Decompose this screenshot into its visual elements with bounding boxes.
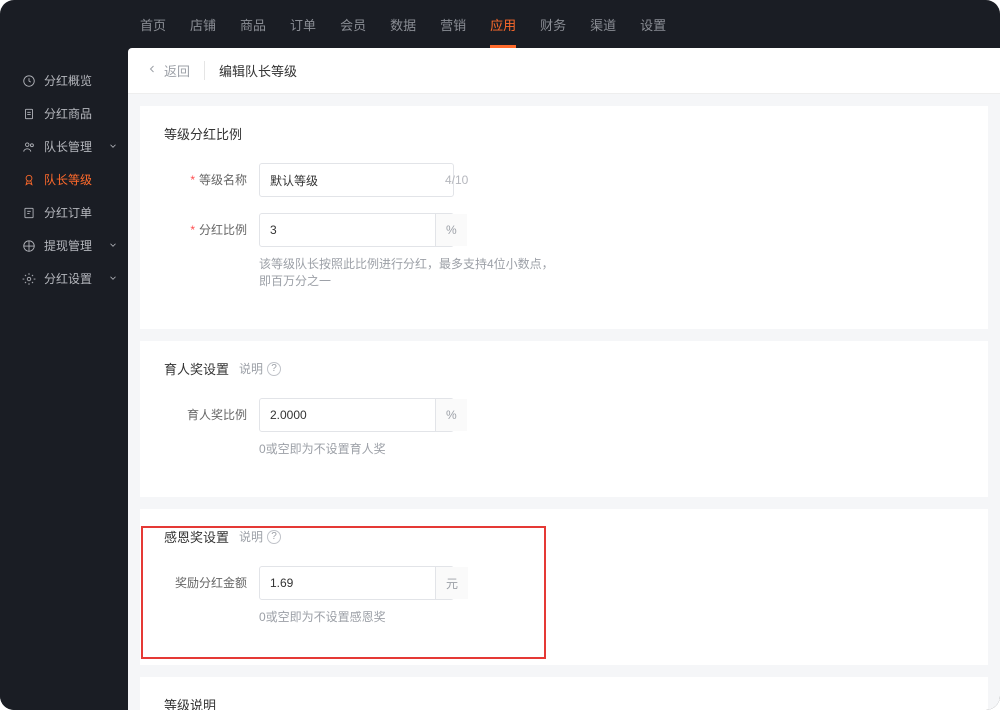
wallet-icon (22, 239, 36, 253)
doc-icon (22, 107, 36, 121)
topnav-item[interactable]: 订单 (290, 3, 316, 46)
back-button[interactable]: 返回 (146, 61, 205, 80)
section-ganen: 感恩奖设置 说明 ? 奖励分红金额 元 0或空即为不设置感恩奖 (140, 509, 988, 665)
ratio-label: 分红比例 (199, 223, 247, 237)
topnav-item[interactable]: 数据 (390, 3, 416, 46)
yuren-ratio-input[interactable] (260, 408, 435, 422)
level-name-label: 等级名称 (199, 173, 247, 187)
topnav-item[interactable]: 财务 (540, 3, 566, 46)
sidebar-item[interactable]: 队长等级 (0, 163, 128, 196)
sidebar-label: 提现管理 (44, 237, 92, 254)
chevron-down-icon (108, 140, 118, 154)
sidebar-item[interactable]: 分红商品 (0, 97, 128, 130)
section-description: 等级说明 等级说明 开启 关闭 (140, 677, 988, 710)
chevron-down-icon (108, 272, 118, 286)
yuan-suffix: 元 (435, 567, 468, 599)
percent-suffix: % (435, 214, 467, 246)
section-title: 等级说明 (164, 695, 964, 710)
sidebar-label: 分红订单 (44, 204, 92, 221)
topnav-item[interactable]: 店铺 (190, 3, 216, 46)
amount-label: 奖励分红金额 (175, 576, 247, 590)
topnav-item[interactable]: 首页 (140, 3, 166, 46)
sidebar-label: 队长等级 (44, 171, 92, 188)
ganen-hint: 0或空即为不设置感恩奖 (259, 608, 559, 625)
sidebar-item[interactable]: 分红概览 (0, 64, 128, 97)
sidebar-label: 分红设置 (44, 270, 92, 287)
sidebar-item[interactable]: 提现管理 (0, 229, 128, 262)
percent-suffix: % (435, 399, 467, 431)
sidebar-item[interactable]: 分红订单 (0, 196, 128, 229)
ratio-input[interactable] (260, 223, 435, 237)
page-title: 编辑队长等级 (219, 61, 297, 80)
section-title: 育人奖设置 (164, 359, 229, 378)
clock-icon (22, 74, 36, 88)
topnav-item[interactable]: 会员 (340, 3, 366, 46)
gear-icon (22, 272, 36, 286)
section-ratio: 等级分红比例 *等级名称 4/10 *分红比例 (140, 106, 988, 329)
section-title: 感恩奖设置 (164, 527, 229, 546)
char-counter: 4/10 (435, 173, 478, 187)
topnav-item[interactable]: 渠道 (590, 3, 616, 46)
back-label: 返回 (164, 61, 190, 80)
order-icon (22, 206, 36, 220)
sidebar-label: 分红概览 (44, 72, 92, 89)
content-area: 返回 编辑队长等级 等级分红比例 *等级名称 4/10 * (128, 48, 1000, 710)
sidebar: 分红概览分红商品队长管理队长等级分红订单提现管理分红设置 (0, 48, 128, 710)
chevron-down-icon (108, 239, 118, 253)
topnav-item[interactable]: 应用 (490, 3, 516, 46)
help-icon[interactable]: ? (267, 362, 281, 376)
sidebar-label: 分红商品 (44, 105, 92, 122)
topnav-item[interactable]: 设置 (640, 3, 666, 46)
topnav-item[interactable]: 商品 (240, 3, 266, 46)
sidebar-label: 队长管理 (44, 138, 92, 155)
amount-input[interactable] (260, 576, 435, 590)
arrow-left-icon (146, 63, 158, 78)
section-yuren: 育人奖设置 说明 ? 育人奖比例 % 0或空即为不设置育人奖 (140, 341, 988, 497)
sidebar-item[interactable]: 分红设置 (0, 262, 128, 295)
users-icon (22, 140, 36, 154)
subtitle-text: 说明 (239, 528, 263, 545)
topnav-item[interactable]: 营销 (440, 3, 466, 46)
subtitle-text: 说明 (239, 360, 263, 377)
sidebar-item[interactable]: 队长管理 (0, 130, 128, 163)
breadcrumb: 返回 编辑队长等级 (128, 48, 1000, 94)
top-nav: 首页店铺商品订单会员数据营销应用财务渠道设置 (0, 0, 1000, 48)
yuren-ratio-label: 育人奖比例 (187, 408, 247, 422)
ratio-hint: 该等级队长按照此比例进行分红，最多支持4位小数点，即百万分之一 (259, 255, 559, 289)
medal-icon (22, 173, 36, 187)
yuren-hint: 0或空即为不设置育人奖 (259, 440, 559, 457)
section-title: 等级分红比例 (164, 124, 964, 143)
level-name-input[interactable] (260, 173, 435, 187)
help-icon[interactable]: ? (267, 530, 281, 544)
